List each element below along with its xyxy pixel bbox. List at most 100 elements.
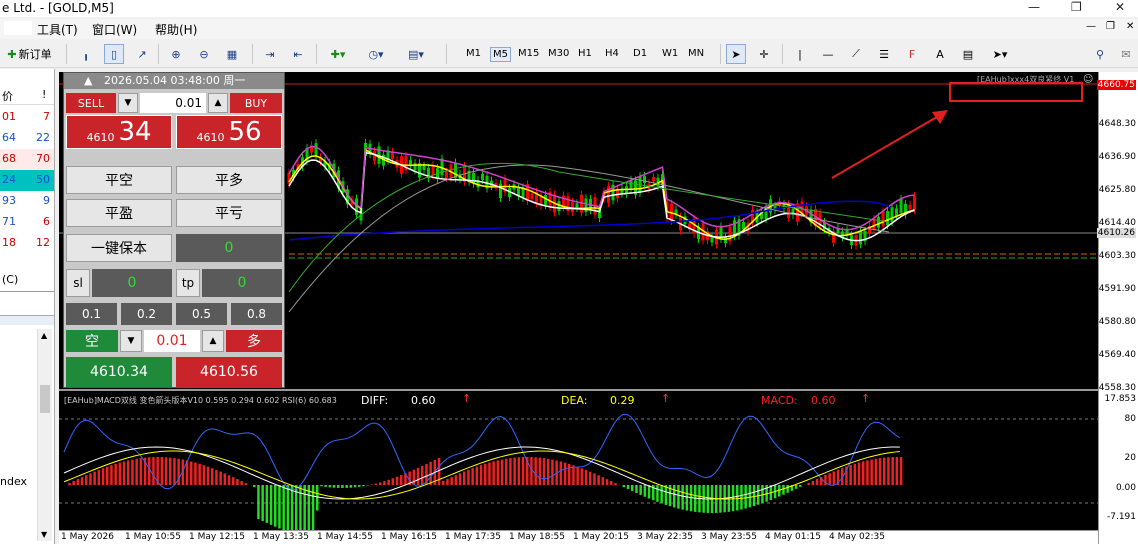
indicators-icon[interactable]: ✚▾ <box>324 44 352 64</box>
lot-preset-3[interactable]: 0.5 <box>176 303 227 325</box>
channel-icon[interactable]: ☰ <box>874 44 894 64</box>
timeframe-w1[interactable]: W1 <box>660 47 680 60</box>
timeframe-mn[interactable]: MN <box>686 47 706 60</box>
menu-window[interactable]: 窗口(W) <box>92 21 137 38</box>
macd-histogram-bar <box>509 458 512 485</box>
shapes-icon[interactable]: ➤▾ <box>986 44 1014 64</box>
market-row[interactable]: 01 7 <box>0 107 54 128</box>
close-profit-button[interactable]: 平盈 <box>66 199 172 227</box>
breakeven-value[interactable]: 0 <box>176 234 282 262</box>
sl-input[interactable]: 0 <box>92 269 172 297</box>
lot-down-icon[interactable]: ▼ <box>118 93 138 113</box>
periods-clock-icon[interactable]: ◷▾ <box>362 44 390 64</box>
tile-windows-icon[interactable]: ▦ <box>222 44 242 64</box>
candle-body <box>886 211 889 226</box>
templates-icon[interactable]: ▤▾ <box>400 44 432 64</box>
short-button[interactable]: 空 <box>66 330 118 352</box>
subwindow-divider[interactable] <box>59 389 1098 391</box>
navigator-item-index[interactable]: ndex <box>0 475 27 488</box>
datetime: 2026.05.04 03:48:00 周一 <box>104 74 246 87</box>
macd-histogram-bar <box>349 485 353 488</box>
market-row[interactable]: 93 9 <box>0 191 54 212</box>
price-tick: 4558.30 <box>1098 383 1136 393</box>
macd-histogram-bar <box>278 485 281 529</box>
market-row[interactable]: 71 6 <box>0 212 54 233</box>
close-short-button[interactable]: 平空 <box>66 166 172 194</box>
chat-icon[interactable]: ✉ <box>1116 44 1136 64</box>
time-scale[interactable]: 1 May 2026 1 May 10:55 1 May 12:15 1 May 13… <box>59 530 1098 544</box>
macd-histogram-bar <box>400 475 403 485</box>
candle-body <box>544 195 547 205</box>
menu-help[interactable]: 帮助(H) <box>155 21 197 38</box>
crosshair-icon[interactable]: ✛ <box>754 44 774 64</box>
market-row[interactable]: 24 50 <box>0 170 54 191</box>
market-row[interactable]: 64 22 <box>0 128 54 149</box>
collapse-icon[interactable]: ▲ <box>84 73 92 89</box>
navigator-scrollbar[interactable]: ▲ ▼ <box>37 329 52 541</box>
toolbar: ✚ 新订单 ╻ ▯ ↗ ⊕ ⊖ ▦ ⇥ ⇤ ✚▾ ◷▾ ▤▾ M1 M5 M15 M3… <box>0 40 1138 68</box>
ask-price[interactable]: 4610.56 <box>176 357 282 387</box>
autoscroll-icon[interactable]: ⇥ <box>260 44 280 64</box>
lot2-down-icon[interactable]: ▼ <box>120 330 142 352</box>
tp-input[interactable]: 0 <box>202 269 282 297</box>
long-button[interactable]: 多 <box>226 330 282 352</box>
macd-histogram-bar <box>752 485 756 507</box>
close-icon[interactable]: ✕ <box>1115 0 1125 14</box>
search-icon[interactable]: ⚲ <box>1090 44 1110 64</box>
sell-button[interactable]: SELL <box>66 93 116 113</box>
lot-preset-4[interactable]: 0.8 <box>231 303 282 325</box>
vertical-line-icon[interactable]: | <box>790 44 810 64</box>
market-row[interactable]: 68 70 <box>0 149 54 170</box>
scroll-thumb[interactable] <box>40 385 50 413</box>
scroll-up-icon[interactable]: ▲ <box>41 331 47 340</box>
menu-tools[interactable]: 工具(T) <box>37 21 78 38</box>
text-label-icon[interactable]: ▤ <box>958 44 978 64</box>
text-icon[interactable]: A <box>930 44 950 64</box>
candle-chart-icon[interactable]: ▯ <box>104 44 124 64</box>
timeframe-h4[interactable]: H4 <box>603 47 621 60</box>
lot-up-icon[interactable]: ▲ <box>208 93 228 113</box>
buy-price-button[interactable]: 4610 56 <box>176 115 282 149</box>
timeframe-d1[interactable]: D1 <box>631 47 649 60</box>
price-scale[interactable]: 4648.30 4636.90 4625.80 4614.40 4603.30 4591.… <box>1096 72 1138 544</box>
line-chart-icon[interactable]: ↗ <box>132 44 152 64</box>
cursor-icon[interactable]: ➤ <box>726 44 746 64</box>
macd-tick: 20 <box>1124 453 1136 463</box>
chart-shift-icon[interactable]: ⇤ <box>288 44 308 64</box>
tab-c[interactable]: (C) <box>2 273 18 286</box>
mdi-minimize-icon[interactable]: — <box>1086 21 1096 32</box>
timeframe-m15[interactable]: M15 <box>516 47 541 60</box>
timeframe-h1[interactable]: H1 <box>576 47 594 60</box>
trendline-icon[interactable]: ⟋ <box>846 44 866 64</box>
close-long-button[interactable]: 平多 <box>176 166 282 194</box>
timeframe-m5[interactable]: M5 <box>490 47 511 62</box>
lot2-input[interactable]: 0.01 <box>144 330 200 352</box>
zoom-out-icon[interactable]: ⊖ <box>194 44 214 64</box>
breakeven-button[interactable]: 一键保本 <box>66 234 172 262</box>
macd-histogram-bar <box>454 475 458 485</box>
mdi-close-icon[interactable]: ✕ <box>1126 21 1134 32</box>
mdi-restore-icon[interactable]: ❐ <box>1106 21 1115 32</box>
lot-input[interactable]: 0.01 <box>140 93 206 113</box>
buy-button[interactable]: BUY <box>230 93 282 113</box>
new-order-button[interactable]: ✚ 新订单 <box>2 44 57 64</box>
zoom-in-icon[interactable]: ⊕ <box>166 44 186 64</box>
bid-price[interactable]: 4610.34 <box>66 357 172 387</box>
lot-preset-2[interactable]: 0.2 <box>121 303 172 325</box>
lot-preset-1[interactable]: 0.1 <box>66 303 117 325</box>
macd-histogram-bar <box>887 457 890 485</box>
sell-price-button[interactable]: 4610 34 <box>66 115 172 149</box>
timeframe-m1[interactable]: M1 <box>464 47 483 60</box>
market-row[interactable]: 18 12 <box>0 233 54 254</box>
fibonacci-icon[interactable]: F <box>902 44 922 64</box>
macd-histogram-bar <box>740 485 743 510</box>
scroll-down-icon[interactable]: ▼ <box>41 530 47 539</box>
bar-chart-icon[interactable]: ╻ <box>76 44 96 64</box>
close-loss-button[interactable]: 平亏 <box>176 199 282 227</box>
minimize-icon[interactable]: — <box>1028 0 1040 14</box>
timeframe-m30[interactable]: M30 <box>546 47 571 60</box>
lot2-up-icon[interactable]: ▲ <box>202 330 224 352</box>
maximize-icon[interactable]: ❐ <box>1071 0 1082 14</box>
horizontal-line-icon[interactable]: — <box>818 44 838 64</box>
macd-histogram-bar <box>442 480 445 485</box>
